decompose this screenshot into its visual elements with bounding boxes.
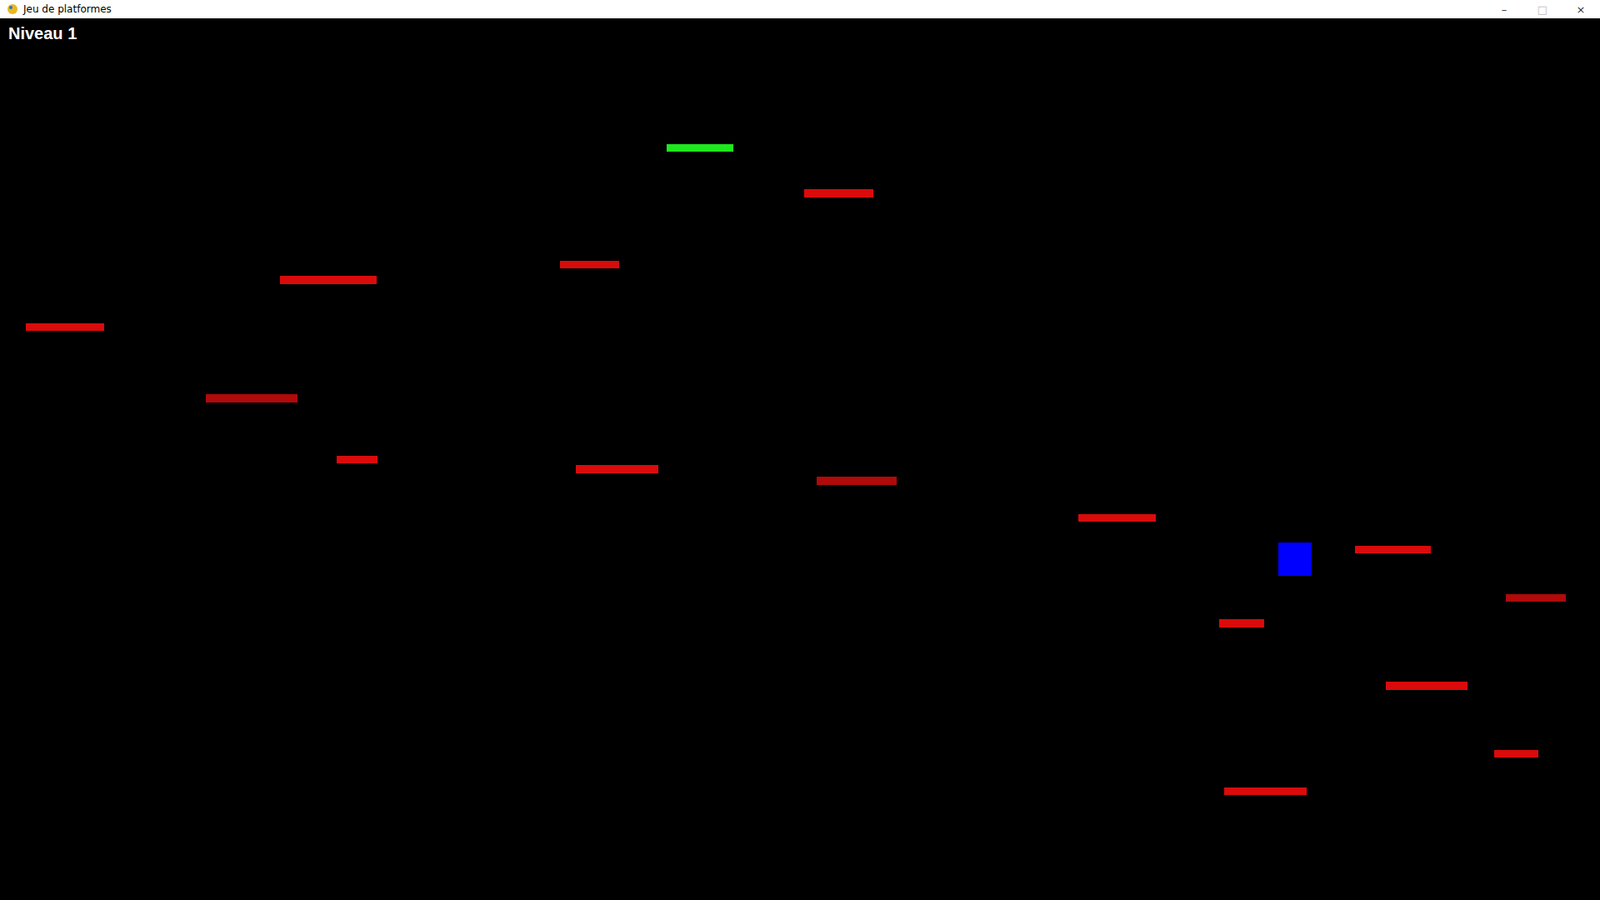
platform: [205, 394, 298, 403]
platform: [575, 465, 659, 474]
snake-icon: [6, 3, 19, 15]
platform: [1505, 594, 1566, 602]
minimize-button[interactable]: –: [1485, 0, 1524, 19]
platform: [816, 476, 897, 485]
window-title: Jeu de platformes: [23, 3, 1485, 15]
platform: [1385, 681, 1468, 690]
platform: [336, 455, 378, 464]
platform: [560, 260, 620, 269]
level-label: Niveau 1: [8, 24, 77, 44]
close-button[interactable]: ×: [1561, 0, 1600, 19]
maximize-button[interactable]: □: [1523, 0, 1562, 19]
platform: [1355, 545, 1431, 554]
platform: [1494, 750, 1539, 758]
platform: [1078, 514, 1156, 522]
title-bar: Jeu de platformes–□×: [0, 0, 1600, 19]
platform: [804, 189, 874, 198]
window-controls: –□×: [1485, 0, 1600, 19]
game-canvas: Niveau 1: [0, 18, 1600, 900]
platform: [280, 275, 377, 285]
player: [1278, 542, 1312, 576]
platform: [1224, 787, 1307, 795]
platform: [25, 323, 105, 331]
goal-platform: [666, 144, 734, 152]
platform: [1219, 619, 1265, 628]
